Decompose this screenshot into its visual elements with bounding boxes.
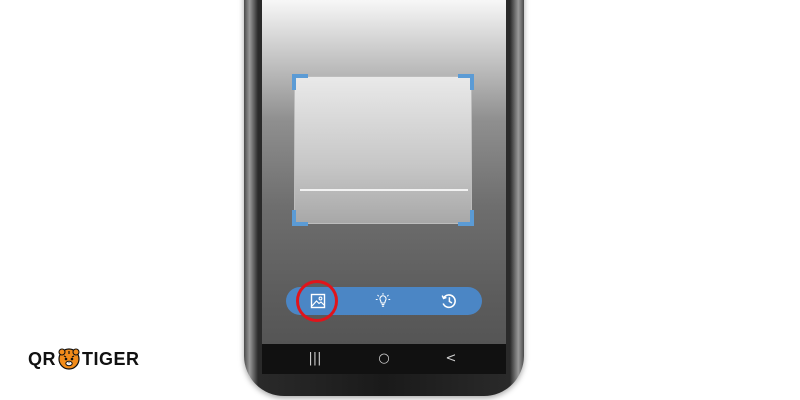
logo-text-right: TIGER <box>82 348 140 369</box>
history-button[interactable] <box>439 292 459 310</box>
scan-line <box>300 189 468 191</box>
system-nav-bar: ||| ○ < <box>262 344 506 374</box>
scan-viewfinder <box>294 76 472 224</box>
history-icon <box>441 294 456 309</box>
recent-apps-button[interactable]: ||| <box>300 350 330 368</box>
viewfinder-corner-top-left <box>292 74 308 90</box>
back-button[interactable]: < <box>436 350 466 368</box>
viewfinder-corner-bottom-right <box>458 210 474 226</box>
tiger-icon <box>58 348 80 370</box>
viewfinder-corner-top-right <box>458 74 474 90</box>
gallery-highlight-ring <box>296 280 338 322</box>
flashlight-icon <box>375 293 391 307</box>
viewfinder-corner-bottom-left <box>292 210 308 226</box>
home-button[interactable]: ○ <box>369 350 399 368</box>
logo-text-left: QR <box>28 348 56 369</box>
qrtiger-logo: QR TIGER <box>28 348 140 370</box>
flashlight-button[interactable] <box>373 292 393 310</box>
